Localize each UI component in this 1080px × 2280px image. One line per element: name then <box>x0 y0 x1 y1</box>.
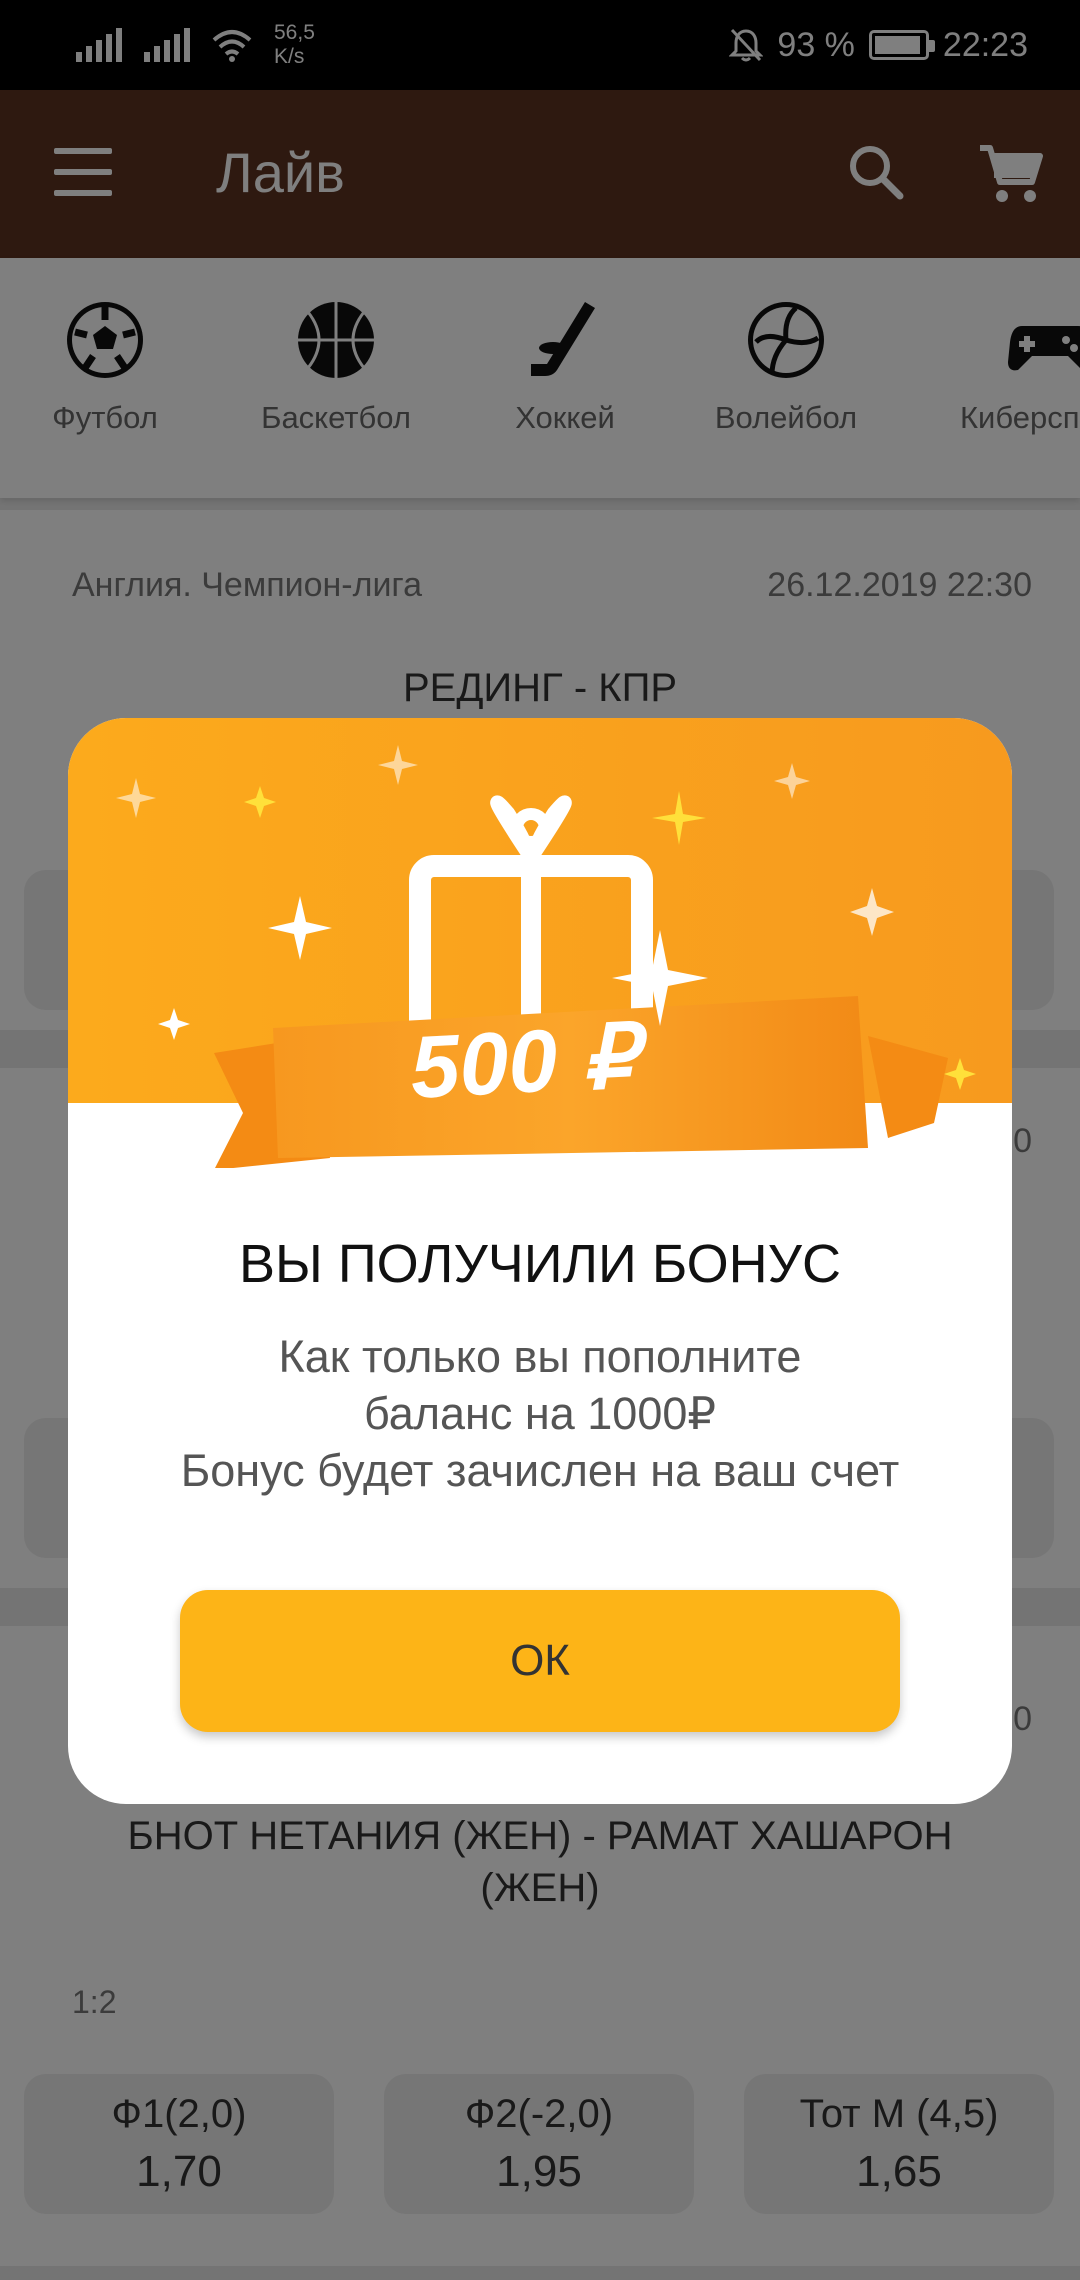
dialog-message-line: баланс на 1000₽ <box>363 1388 717 1439</box>
ok-button[interactable]: ОК <box>180 1590 900 1732</box>
dialog-title: ВЫ ПОЛУЧИЛИ БОНУС <box>239 1234 841 1294</box>
bonus-dialog: 500 ₽ ВЫ ПОЛУЧИЛИ БОНУС Как только вы по… <box>68 718 1012 1804</box>
dialog-message-line: Как только вы пополните <box>278 1331 802 1382</box>
dialog-message-line: Бонус будет зачислен на ваш счет <box>180 1445 900 1496</box>
dialog-message: Как только вы пополните баланс на 1000₽ … <box>108 1328 972 1499</box>
